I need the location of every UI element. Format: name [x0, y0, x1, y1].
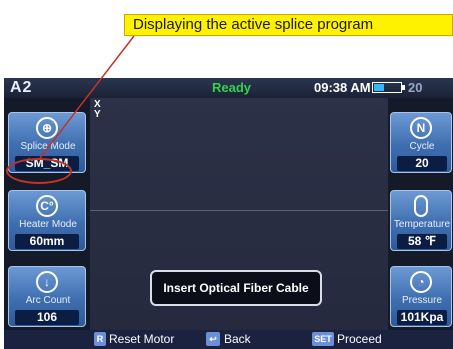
- callout-pointer-line: [39, 35, 135, 159]
